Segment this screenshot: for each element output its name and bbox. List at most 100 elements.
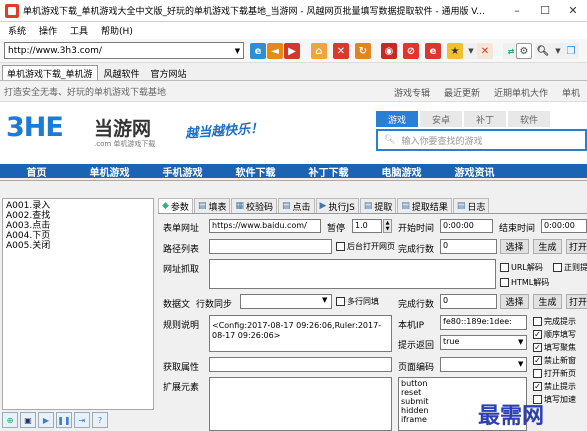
link-single[interactable]: 单机 (562, 86, 580, 99)
search-tab-patch[interactable]: 补丁 (464, 111, 506, 127)
tab-log[interactable]: ▤ 日志 (452, 198, 490, 213)
save-icon[interactable]: ▣ (20, 412, 36, 428)
hint-select[interactable]: true (440, 335, 527, 350)
regex-extract-checkbox[interactable]: 正则提 (553, 262, 587, 273)
bg-open-checkbox[interactable]: 后台打开网页 (336, 241, 395, 252)
search-tab-android[interactable]: 安卓 (420, 111, 462, 127)
tab-exec-js[interactable]: ▶ 执行JS (315, 198, 359, 213)
nav-patches[interactable]: 补丁下载 (292, 164, 365, 179)
search-tab-software[interactable]: 软件 (508, 111, 550, 127)
list-item[interactable]: A001.录入 (6, 201, 150, 211)
menu-operate[interactable]: 操作 (39, 24, 57, 37)
data-file-select[interactable] (240, 294, 332, 309)
menu-tools[interactable]: 工具 (70, 24, 88, 37)
list-item[interactable]: A002.查找 (6, 211, 150, 221)
done-rows-input-2[interactable]: 0 (440, 294, 497, 309)
nav-pc-games[interactable]: 电脑游戏 (365, 164, 438, 179)
open-button-2[interactable]: 打开 (566, 294, 587, 309)
hint-dropdown-icon[interactable]: ▼ (518, 338, 523, 346)
encoding-dropdown-icon[interactable]: ▼ (518, 360, 523, 368)
stop-icon[interactable]: ✕ (333, 43, 349, 59)
import-icon[interactable]: ⇥ (74, 412, 90, 428)
nav-mobile-games[interactable]: 手机游戏 (146, 164, 219, 179)
run-icon[interactable]: ▶ (38, 412, 54, 428)
focus-fill-checkbox[interactable]: ✓ 填写聚焦 (533, 342, 576, 353)
generate-button-2[interactable]: 生成 (533, 294, 562, 309)
nav-home[interactable]: 首页 (0, 164, 73, 179)
start-time-input[interactable]: 0:00:00 (440, 219, 493, 233)
generate-button[interactable]: 生成 (533, 239, 562, 254)
done-rows-input[interactable]: 0 (440, 239, 497, 254)
block-new-window-checkbox[interactable]: ✓ 禁止新窗 (533, 355, 576, 366)
tab-params[interactable]: ◆ 参数 (158, 198, 193, 213)
site-logo[interactable]: 3HE 当游网 .com 单机游戏下载 (6, 112, 186, 154)
tab-captcha[interactable]: ▦ 校验码 (231, 198, 277, 213)
maximize-button[interactable]: ☐ (531, 0, 559, 22)
home-icon[interactable]: ⌂ (311, 43, 327, 59)
html-decode-checkbox[interactable]: HTML解码 (500, 277, 549, 288)
end-time-input[interactable]: 0:00:00 (541, 219, 587, 233)
favorite-icon[interactable]: ★ (447, 43, 463, 59)
ie-icon[interactable]: e (425, 43, 441, 59)
done-hint-checkbox[interactable]: 完成提示 (533, 316, 576, 327)
list-item[interactable]: button (401, 379, 524, 388)
forward-icon[interactable]: ▶ (284, 43, 300, 59)
data-file-dropdown-icon[interactable]: ▼ (322, 296, 327, 304)
tab-fill[interactable]: ▤ 填表 (193, 198, 231, 213)
multi-row-checkbox[interactable]: 多行同填 (336, 296, 379, 307)
pause-icon[interactable]: ❚❚ (56, 412, 72, 428)
pause-input[interactable]: 1.0 (352, 219, 382, 233)
rule-textarea[interactable]: <Config:2017-08-17 09:26:06,Ruler:2017-0… (209, 315, 392, 352)
select-button[interactable]: 选择 (500, 239, 529, 254)
minimize-button[interactable]: – (503, 0, 531, 22)
tab-official[interactable]: 官方网站 (146, 65, 192, 80)
url-decode-checkbox[interactable]: URL解码 (500, 262, 543, 273)
tab-extract-result[interactable]: ▤ 提取结果 (397, 198, 452, 213)
nav-single-games[interactable]: 单机游戏 (73, 164, 146, 179)
delete-icon[interactable]: ✕ (477, 43, 493, 59)
link-recent[interactable]: 最近更新 (444, 86, 480, 99)
nav-news[interactable]: 游戏资讯 (438, 164, 511, 179)
nav-software[interactable]: 软件下载 (219, 164, 292, 179)
menu-help[interactable]: 帮助(H) (101, 24, 133, 37)
list-item[interactable]: A003.点击 (6, 221, 150, 231)
search-icon[interactable]: 🔍︎ (535, 43, 551, 59)
window-icon[interactable]: ❐ (563, 43, 579, 59)
search-tab-games[interactable]: 游戏 (376, 111, 418, 127)
pause-spinner-icon[interactable]: ▲ ▼ (383, 219, 392, 233)
refresh-icon[interactable]: ↻ (355, 43, 371, 59)
list-item[interactable]: reset (401, 388, 524, 397)
path-input[interactable] (209, 239, 332, 254)
help-icon[interactable]: ? (92, 412, 108, 428)
crawl-input[interactable] (209, 259, 496, 289)
block-prompt-checkbox[interactable]: ✓ 禁止提示 (533, 381, 576, 392)
list-item[interactable]: A004.下页 (6, 231, 150, 241)
back-icon[interactable]: ◄ (267, 43, 283, 59)
command-list[interactable]: A001.录入 A002.查找 A003.点击 A004.下页 A005.关闭 (2, 198, 154, 410)
select-button-2[interactable]: 选择 (500, 294, 529, 309)
site-search-input[interactable]: 🔍︎ 输入你要查找的游戏 (376, 129, 587, 151)
tab-game-site[interactable]: 单机游戏下载_单机游 (2, 65, 98, 80)
order-fill-checkbox[interactable]: ✓ 顺序填写 (533, 329, 576, 340)
ip-input[interactable]: fe80::189e:1dee: (440, 315, 527, 330)
menu-system[interactable]: 系统 (8, 24, 26, 37)
tab-fengyue[interactable]: 风越软件 (99, 65, 145, 80)
open-new-page-checkbox[interactable]: 打开新页 (533, 368, 576, 379)
encoding-select[interactable] (440, 357, 527, 372)
address-input[interactable] (4, 42, 244, 59)
tab-click[interactable]: ▤ 点击 (278, 198, 315, 213)
get-attr-input[interactable] (209, 357, 392, 372)
tab-extract[interactable]: ▤ 提取 (359, 198, 397, 213)
open-button[interactable]: 打开 (566, 239, 587, 254)
link-albums[interactable]: 游戏专辑 (394, 86, 430, 99)
address-dropdown-icon[interactable]: ▼ (232, 43, 243, 58)
url-input[interactable]: https://www.baidu.com/ (209, 219, 321, 233)
add-icon[interactable]: ⊕ (2, 412, 18, 428)
close-button[interactable]: ✕ (559, 0, 587, 22)
link-big-games[interactable]: 近期单机大作 (494, 86, 548, 99)
record-icon[interactable]: ◉ (381, 43, 397, 59)
go-icon[interactable]: e (250, 43, 266, 59)
ext-textarea[interactable] (209, 377, 392, 431)
list-item[interactable]: A005.关闭 (6, 241, 150, 251)
settings-icon[interactable]: ⚙ (516, 43, 532, 59)
